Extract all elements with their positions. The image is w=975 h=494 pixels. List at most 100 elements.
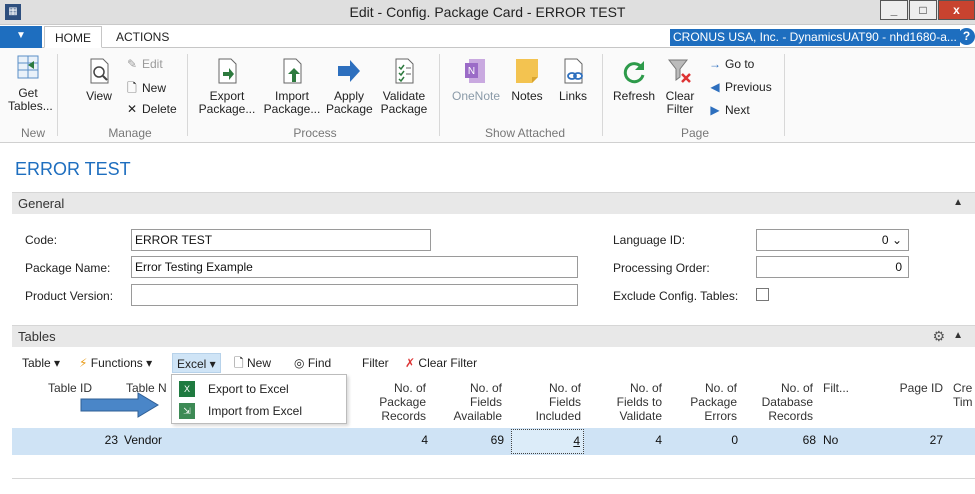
col-pkg-errors-l3: Errors bbox=[704, 409, 737, 423]
new-label: New bbox=[142, 81, 167, 95]
col-fields-available[interactable]: No. of Fields Available bbox=[440, 381, 502, 423]
col-pkg-errors[interactable]: No. of Package Errors bbox=[675, 381, 737, 423]
onenote-button[interactable]: N OneNote bbox=[450, 56, 502, 103]
excel-export-icon: X bbox=[179, 381, 195, 397]
notes-button[interactable]: Notes bbox=[508, 56, 546, 103]
view-label: View bbox=[86, 89, 112, 103]
cell-pkg-records[interactable]: 4 bbox=[380, 433, 428, 447]
col-fields-included[interactable]: No. of Fields Included bbox=[515, 381, 581, 423]
cell-table-id[interactable]: 23 bbox=[60, 433, 118, 447]
previous-button[interactable]: ◀ Previous bbox=[708, 80, 771, 94]
links-icon bbox=[564, 58, 583, 84]
find-button[interactable]: ◎ Find bbox=[294, 353, 331, 373]
product-version-field[interactable] bbox=[131, 284, 578, 306]
new-button[interactable]: 🗋 New bbox=[125, 79, 166, 100]
col-pkg-records-l1: No. of bbox=[393, 381, 426, 395]
company-selector[interactable]: CRONUS USA, Inc. - DynamicsUAT90 - nhd16… bbox=[670, 29, 960, 46]
ribbon-separator bbox=[602, 54, 603, 136]
new-document-icon: 🗋 bbox=[234, 356, 244, 370]
cell-fields-validate[interactable]: 4 bbox=[610, 433, 662, 447]
table-menu-label: Table bbox=[22, 356, 51, 370]
col-page-id[interactable]: Page ID bbox=[893, 381, 943, 395]
cell-filt[interactable]: No bbox=[823, 433, 838, 447]
cell-pkg-errors[interactable]: 0 bbox=[690, 433, 738, 447]
next-button[interactable]: ▶ Next bbox=[708, 103, 750, 117]
col-fields-validate[interactable]: No. of Fields to Validate bbox=[596, 381, 662, 423]
excel-menu[interactable]: Excel ▾ bbox=[172, 353, 221, 373]
onenote-label: OneNote bbox=[451, 89, 501, 103]
import-from-excel-label: Import from Excel bbox=[208, 404, 303, 418]
get-tables-label: Get Tables... bbox=[8, 86, 53, 113]
go-to-label: Go to bbox=[725, 57, 755, 71]
cell-page-id[interactable]: 27 bbox=[905, 433, 943, 447]
export-package-label: Export Package... bbox=[198, 89, 256, 116]
refresh-button[interactable]: Refresh bbox=[611, 56, 657, 103]
file-menu-button[interactable]: ▼ bbox=[0, 26, 42, 48]
cell-db-records[interactable]: 68 bbox=[770, 433, 816, 447]
gear-icon[interactable]: ⚙ bbox=[932, 328, 945, 345]
collapse-caret-icon[interactable]: ▲ bbox=[953, 197, 963, 208]
general-title: General bbox=[18, 196, 65, 211]
tab-actions[interactable]: ACTIONS bbox=[106, 26, 179, 48]
import-package-icon bbox=[283, 58, 302, 84]
view-icon bbox=[90, 58, 109, 84]
processing-order-field[interactable]: 0 bbox=[756, 256, 909, 278]
title-bar: ▦ Edit - Config. Package Card - ERROR TE… bbox=[0, 0, 975, 25]
col-fields-validate-l2: Fields to bbox=[616, 395, 662, 409]
import-package-button[interactable]: Import Package... bbox=[262, 56, 322, 116]
annotation-arrow-icon bbox=[80, 392, 159, 418]
processing-order-label: Processing Order: bbox=[613, 261, 710, 275]
refresh-label: Refresh bbox=[612, 89, 656, 103]
general-fasttab[interactable]: General ▲ bbox=[12, 192, 975, 214]
edit-button[interactable]: ✎ Edit bbox=[125, 57, 163, 71]
table-menu[interactable]: Table ▾ bbox=[22, 353, 60, 373]
exclude-config-checkbox[interactable] bbox=[756, 288, 769, 301]
cell-fields-included[interactable]: 4 bbox=[511, 429, 584, 454]
next-label: Next bbox=[725, 103, 750, 117]
close-button[interactable]: x bbox=[938, 0, 975, 20]
maximize-button[interactable]: □ bbox=[909, 0, 937, 20]
table-clear-filter-button[interactable]: ✗ Clear Filter bbox=[405, 353, 477, 373]
triangle-left-icon: ◀ bbox=[710, 80, 720, 94]
help-icon[interactable]: ? bbox=[958, 28, 975, 45]
triangle-right-icon: ▶ bbox=[710, 103, 720, 117]
code-field[interactable]: ERROR TEST bbox=[131, 229, 431, 251]
package-name-field[interactable]: Error Testing Example bbox=[131, 256, 578, 278]
delete-x-icon: ✕ bbox=[126, 102, 138, 116]
col-db-records[interactable]: No. of Database Records bbox=[746, 381, 813, 423]
get-tables-button[interactable]: Get Tables... bbox=[8, 53, 53, 113]
col-db-records-l3: Records bbox=[768, 409, 813, 423]
export-package-icon bbox=[218, 58, 237, 84]
language-id-select[interactable]: 0 ⌄ bbox=[756, 229, 909, 251]
chevron-down-icon: ⌄ bbox=[891, 233, 902, 247]
tables-title: Tables bbox=[18, 329, 56, 344]
apply-package-button[interactable]: Apply Package bbox=[326, 56, 373, 116]
import-from-excel-item[interactable]: ⇲ Import from Excel bbox=[172, 400, 348, 422]
validate-package-button[interactable]: Validate Package bbox=[378, 56, 430, 116]
functions-menu[interactable]: ⚡ Functions ▾ bbox=[79, 353, 152, 373]
collapse-caret-icon[interactable]: ▲ bbox=[953, 330, 963, 341]
view-button[interactable]: View bbox=[82, 56, 116, 103]
new-document-icon: 🗋 bbox=[127, 81, 137, 95]
clear-filter-button[interactable]: Clear Filter bbox=[660, 56, 700, 116]
links-button[interactable]: Links bbox=[555, 56, 591, 103]
col-pkg-records[interactable]: No. of Package Records bbox=[360, 381, 426, 423]
tab-home[interactable]: HOME bbox=[44, 26, 102, 48]
divider bbox=[12, 478, 975, 479]
import-package-label: Import Package... bbox=[263, 89, 321, 116]
group-label-new: New bbox=[20, 126, 45, 140]
cell-fields-available[interactable]: 69 bbox=[460, 433, 504, 447]
filter-button[interactable]: Filter bbox=[362, 353, 389, 373]
col-filt[interactable]: Filt... bbox=[823, 381, 849, 395]
cell-table-name[interactable]: Vendor bbox=[124, 433, 162, 447]
pencil-icon: ✎ bbox=[126, 57, 138, 71]
language-id-value: 0 bbox=[881, 233, 889, 247]
minimize-button[interactable]: _ bbox=[880, 0, 908, 20]
delete-button[interactable]: ✕ Delete bbox=[125, 102, 177, 116]
tables-fasttab[interactable]: Tables ⚙ ▲ bbox=[12, 325, 975, 347]
export-to-excel-item[interactable]: X Export to Excel bbox=[172, 378, 348, 400]
export-package-button[interactable]: Export Package... bbox=[198, 56, 256, 116]
table-new-button[interactable]: 🗋 New bbox=[234, 353, 271, 373]
go-to-button[interactable]: → Go to bbox=[708, 57, 754, 71]
col-created[interactable]: Cre Tim bbox=[953, 381, 973, 409]
